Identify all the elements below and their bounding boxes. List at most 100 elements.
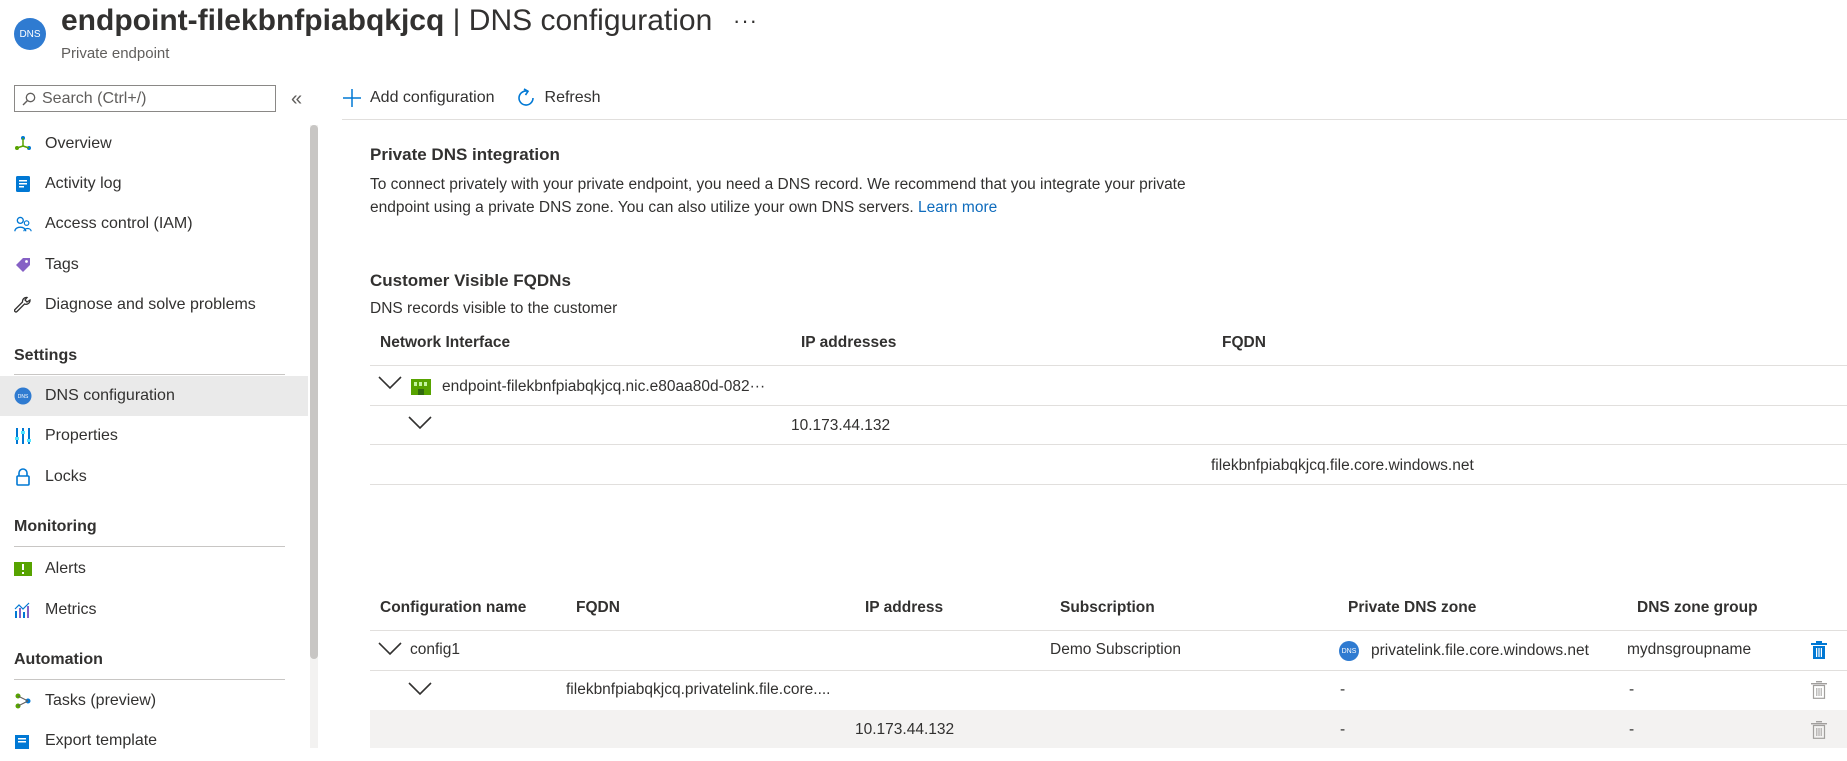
divider bbox=[14, 546, 285, 547]
sidebar-item-alerts[interactable]: Alerts bbox=[0, 549, 308, 589]
sidebar-item-diagnose[interactable]: Diagnose and solve problems bbox=[0, 285, 308, 325]
network-interface-link[interactable]: endpoint-filekbnfpiabqkjcq.nic.e80aa80d-… bbox=[442, 378, 765, 396]
column-header-dns-zone-group: DNS zone group bbox=[1637, 599, 1758, 616]
sidebar-item-tasks[interactable]: Tasks (preview) bbox=[0, 681, 308, 721]
divider bbox=[14, 374, 285, 375]
search-input[interactable] bbox=[40, 88, 264, 109]
add-configuration-button[interactable]: Add configuration bbox=[342, 88, 495, 108]
column-header-network-interface: Network Interface bbox=[380, 334, 511, 351]
fqdns-subtitle: DNS records visible to the customer bbox=[370, 300, 618, 317]
page-name: DNS configuration bbox=[468, 4, 713, 37]
add-configuration-label: Add configuration bbox=[370, 89, 495, 106]
alert-icon bbox=[14, 560, 32, 578]
sidebar-item-label: Diagnose and solve problems bbox=[45, 296, 256, 313]
refresh-icon bbox=[517, 88, 534, 106]
column-header-configuration-name: Configuration name bbox=[380, 599, 527, 616]
sidebar-item-properties[interactable]: Properties bbox=[0, 416, 308, 456]
sidebar-item-dns-configuration[interactable]: DNS DNS configuration bbox=[0, 376, 308, 416]
dns-icon: DNS bbox=[14, 387, 32, 405]
sidebar-item-label: Tasks (preview) bbox=[45, 692, 157, 709]
plus-icon bbox=[343, 89, 361, 107]
sidebar-item-export-template[interactable]: Export template bbox=[0, 721, 308, 761]
row-divider bbox=[370, 630, 1847, 631]
sidebar-item-locks[interactable]: Locks bbox=[0, 457, 308, 497]
sidebar-item-label: Tags bbox=[45, 256, 79, 273]
row-divider bbox=[370, 405, 1847, 406]
dns-zone-group-value: - bbox=[1629, 681, 1635, 698]
private-dns-zone-link[interactable]: privatelink.file.core.windows.net bbox=[1371, 642, 1589, 660]
chevron-down-icon[interactable] bbox=[408, 682, 432, 696]
page-title: endpoint-filekbnfpiabqkjcq | DNS configu… bbox=[61, 4, 712, 38]
sidebar-scrollbar-thumb[interactable] bbox=[310, 125, 318, 659]
fqdn-value: filekbnfpiabqkjcq.privatelink.file.core.… bbox=[566, 681, 831, 698]
sidebar-item-label: Activity log bbox=[45, 175, 122, 192]
sidebar-item-label: Metrics bbox=[45, 601, 97, 618]
people-icon bbox=[14, 215, 32, 233]
command-bar: Add configuration Refresh bbox=[342, 80, 621, 116]
sidebar-item-label: Access control (IAM) bbox=[45, 215, 193, 232]
network-interface-icon bbox=[411, 379, 431, 395]
private-dns-zone-value: - bbox=[1340, 721, 1346, 738]
row-divider bbox=[370, 484, 1847, 485]
learn-more-link[interactable]: Learn more bbox=[918, 199, 997, 216]
tasks-icon bbox=[14, 692, 32, 710]
refresh-label: Refresh bbox=[544, 89, 601, 106]
sidebar-item-label: DNS configuration bbox=[45, 387, 175, 404]
chevron-down-icon[interactable] bbox=[378, 642, 402, 656]
integration-text: To connect privately with your private e… bbox=[370, 176, 1186, 216]
section-settings: Settings bbox=[14, 347, 78, 364]
dns-resource-icon: DNS bbox=[14, 18, 46, 50]
column-header-fqdn: FQDN bbox=[1222, 334, 1266, 351]
tag-icon bbox=[14, 256, 32, 274]
lock-icon bbox=[14, 468, 32, 486]
section-monitoring: Monitoring bbox=[14, 518, 97, 535]
chevron-down-icon[interactable] bbox=[378, 376, 402, 390]
column-header-fqdn: FQDN bbox=[576, 599, 620, 616]
configuration-name: config1 bbox=[410, 641, 460, 658]
search-icon bbox=[22, 92, 36, 105]
sidebar-item-overview[interactable]: Overview bbox=[0, 124, 308, 164]
row-divider bbox=[370, 670, 1847, 671]
sidebar-item-metrics[interactable]: Metrics bbox=[0, 590, 308, 630]
customer-visible-fqdns-title: Customer Visible FQDNs bbox=[370, 271, 571, 290]
svg-text:DNS: DNS bbox=[18, 394, 29, 400]
column-header-subscription: Subscription bbox=[1060, 599, 1155, 616]
title-separator: | bbox=[444, 4, 469, 37]
sidebar-item-tags[interactable]: Tags bbox=[0, 245, 308, 285]
column-header-ip-address: IP address bbox=[865, 599, 944, 616]
delete-icon[interactable] bbox=[1811, 641, 1827, 659]
search-box[interactable] bbox=[14, 85, 276, 112]
sidebar-item-activity-log[interactable]: Activity log bbox=[0, 164, 308, 204]
dns-zone-group-value: - bbox=[1629, 721, 1635, 738]
column-header-ip-addresses: IP addresses bbox=[801, 334, 897, 351]
more-options-button[interactable]: ··· bbox=[733, 8, 758, 34]
sidebar-item-label: Alerts bbox=[45, 560, 86, 577]
overview-icon bbox=[14, 135, 32, 153]
ip-address-value: 10.173.44.132 bbox=[791, 417, 891, 434]
dns-zone-group-value: mydnsgroupname bbox=[1627, 641, 1752, 658]
private-dns-integration-title: Private DNS integration bbox=[370, 145, 560, 164]
collapse-sidebar-button[interactable]: « bbox=[291, 88, 302, 111]
export-icon bbox=[14, 732, 32, 750]
chevron-down-icon[interactable] bbox=[408, 416, 432, 430]
properties-icon bbox=[14, 427, 32, 445]
fqdn-value: filekbnfpiabqkjcq.file.core.windows.net bbox=[1211, 457, 1474, 474]
metrics-icon bbox=[14, 601, 32, 619]
ip-address-value: 10.173.44.132 bbox=[855, 721, 955, 738]
wrench-icon bbox=[14, 296, 32, 314]
sidebar-item-label: Properties bbox=[45, 427, 118, 444]
page-subtitle: Private endpoint bbox=[61, 45, 170, 62]
private-dns-zone-value: - bbox=[1340, 681, 1346, 698]
toolbar-divider bbox=[342, 119, 1847, 120]
refresh-button[interactable]: Refresh bbox=[515, 87, 601, 109]
subscription-value: Demo Subscription bbox=[1050, 641, 1181, 658]
delete-icon bbox=[1811, 681, 1827, 699]
divider bbox=[14, 679, 285, 680]
column-header-private-dns-zone: Private DNS zone bbox=[1348, 599, 1477, 616]
dns-zone-icon: DNS bbox=[1339, 641, 1359, 661]
activity-log-icon bbox=[14, 175, 32, 193]
table-row-selected[interactable] bbox=[370, 710, 1847, 748]
integration-description: To connect privately with your private e… bbox=[370, 173, 1240, 219]
sidebar-item-label: Overview bbox=[45, 135, 112, 152]
sidebar-item-access-control[interactable]: Access control (IAM) bbox=[0, 204, 308, 244]
